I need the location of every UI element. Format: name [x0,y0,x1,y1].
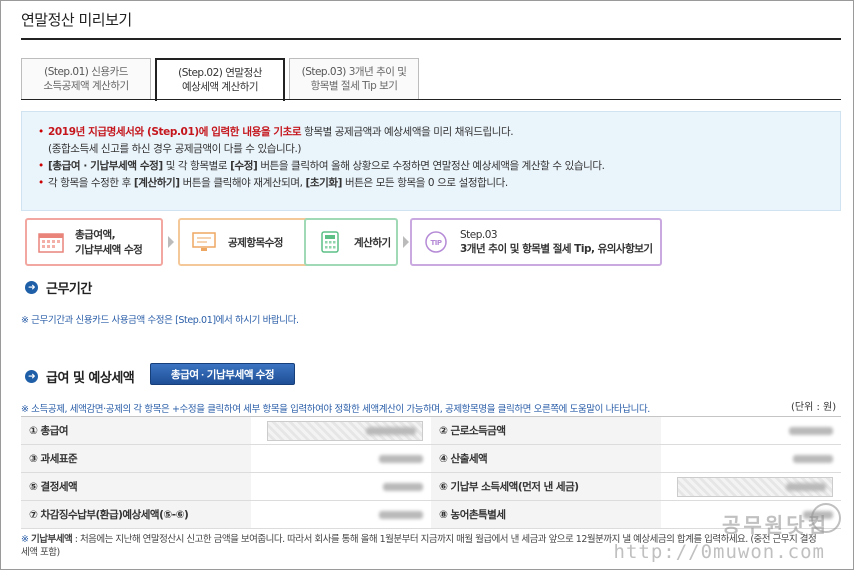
grid-label: ⑧ 농어촌특별세 [431,501,661,528]
watermark-logo-icon [811,503,841,533]
info-text: 및 각 항목별로 [162,160,231,172]
grid-value [251,473,431,500]
chevron-right-icon: ➜ [25,370,38,383]
step-card-deduction[interactable]: 공제항목수정 [178,218,312,266]
step-arrow [168,236,174,248]
total-salary-field[interactable] [251,417,431,444]
grid-label: ③ 과세표준 [21,445,251,472]
tab-step-number: (Step.02) [178,67,223,79]
prepaid-tax-field[interactable] [661,473,841,500]
step-card-label: 공제항목수정 [228,236,283,249]
tabs-divider [21,99,841,100]
grid-row: ⑦ 차감징수납부(환급)예상세액(⑤-⑥) ⑧ 농어촌특별세 [21,501,841,529]
info-bold: [총급여 · 기납부세액 수정] [48,160,163,172]
info-bold: [수정] [230,160,258,172]
grid-label: ⑥ 기납부 소득세액(먼저 낸 세금) [431,473,661,500]
tab-label-line2: 예상세액 계산하기 [181,81,259,93]
step-card-step03[interactable]: TIP Step.03 3개년 추이 및 항목별 절세 Tip, 유의사항보기 [410,218,662,266]
info-line-2: [총급여 · 기납부세액 수정] 및 각 항목별로 [수정] 버튼을 클릭하여 … [36,158,826,175]
svg-text:TIP: TIP [430,239,441,247]
info-line-3: 각 항목을 수정한 후 [계산하기] 버튼을 클릭해야 재계산되며, [초기화]… [36,175,826,192]
info-box: 2019년 지급명세서와 (Step.01)에 입력한 내용을 기초로 항목별 … [21,111,841,211]
work-period-note: ※ 근무기간과 신용카드 사용금액 수정은 [Step.01]에서 하시기 바랍… [21,315,299,326]
tab-label-line1: 신용카드 [91,66,128,78]
step-card-salary[interactable]: 총급여액, 기납부세액 수정 [25,218,163,266]
tab-step-number: (Step.01) [44,66,89,78]
section-title: 급여 및 예상세액 [46,371,135,386]
title-divider [21,38,841,40]
step-tabs: (Step.01) 신용카드 소득공제액 계산하기 (Step.02) 연말정산… [21,58,419,101]
footnote-label: 기납부세액 [31,534,73,545]
grid-row: ① 총급여 ② 근로소득금액 [21,417,841,445]
salary-note: ※ 소득공제, 세액감면·공제의 각 항목은 +수정을 클릭하여 세부 항목을 … [21,404,650,415]
salary-grid: ① 총급여 ② 근로소득금액 ③ 과세표준 ④ 산출세액 ⑤ 결정세액 ⑥ 기납… [21,416,841,529]
tip-icon: TIP [422,230,450,254]
step-card-label: 계산하기 [354,236,391,249]
info-text: 항목별 공제금액과 예상세액을 미리 채워드립니다. [301,126,514,138]
calculator-icon [316,230,344,254]
watermark-url: http://0muwon.com [613,541,825,563]
footnote-mark: ※ [21,534,29,545]
tab-label-line2: 소득공제액 계산하기 [43,80,129,92]
grid-value [251,501,431,528]
step-card-calculate[interactable]: 계산하기 [304,218,398,266]
grid-label: ② 근로소득금액 [431,417,661,444]
tab-step-01[interactable]: (Step.01) 신용카드 소득공제액 계산하기 [21,58,151,100]
step-card-label: Step.03 3개년 추이 및 항목별 절세 Tip, 유의사항보기 [460,228,653,255]
section-title: 근무기간 [46,282,92,297]
info-bold: [계산하기] [133,177,180,189]
step-arrow [403,236,409,248]
info-text: 버튼은 모든 항목을 0 으로 설정합니다. [342,177,508,189]
tab-label-line1: 연말정산 [225,67,262,79]
tab-step-number: (Step.03) [301,66,347,78]
grid-label: ④ 산출세액 [431,445,661,472]
grid-value [661,445,841,472]
tab-label-line1: 3개년 추이 및 [348,66,407,78]
tab-label-line2: 항목별 절세 Tip 보기 [310,80,398,92]
unit-label: (단위 : 원) [791,402,837,413]
grid-value [251,445,431,472]
info-text: 버튼을 클릭하여 올해 상황으로 수정하면 연말정산 예상세액을 계산할 수 있… [257,160,605,172]
section-salary: ➜ 급여 및 예상세액 [25,367,135,386]
grid-label: ⑤ 결정세액 [21,473,251,500]
info-text: 버튼을 클릭해야 재계산되며, [179,177,306,189]
info-line-1: 2019년 지급명세서와 (Step.01)에 입력한 내용을 기초로 항목별 … [36,124,826,141]
tab-step-02[interactable]: (Step.02) 연말정산 예상세액 계산하기 [155,58,285,101]
chevron-right-icon: ➜ [25,281,38,294]
tab-step-03[interactable]: (Step.03) 3개년 추이 및 항목별 절세 Tip 보기 [289,58,419,100]
grid-label: ① 총급여 [21,417,251,444]
section-work-period: ➜ 근무기간 [25,278,92,297]
info-bold: [초기화] [305,177,343,189]
grid-value [661,417,841,444]
page-title: 연말정산 미리보기 [21,11,132,29]
info-text: 각 항목을 수정한 후 [48,177,134,189]
grid-row: ⑤ 결정세액 ⑥ 기납부 소득세액(먼저 낸 세금) [21,473,841,501]
step-card-label: 총급여액, 기납부세액 수정 [75,229,143,256]
info-line-1-sub: (종합소득세 신고를 하신 경우 공제금액이 다를 수 있습니다.) [48,143,302,155]
grid-row: ③ 과세표준 ④ 산출세액 [21,445,841,473]
grid-label: ⑦ 차감징수납부(환급)예상세액(⑤-⑥) [21,501,251,528]
edit-salary-button[interactable]: 총급여 · 기납부세액 수정 [150,363,295,385]
calendar-icon [37,230,65,254]
monitor-icon [190,230,218,254]
info-highlight: 2019년 지급명세서와 (Step.01)에 입력한 내용을 기초로 [48,126,302,138]
